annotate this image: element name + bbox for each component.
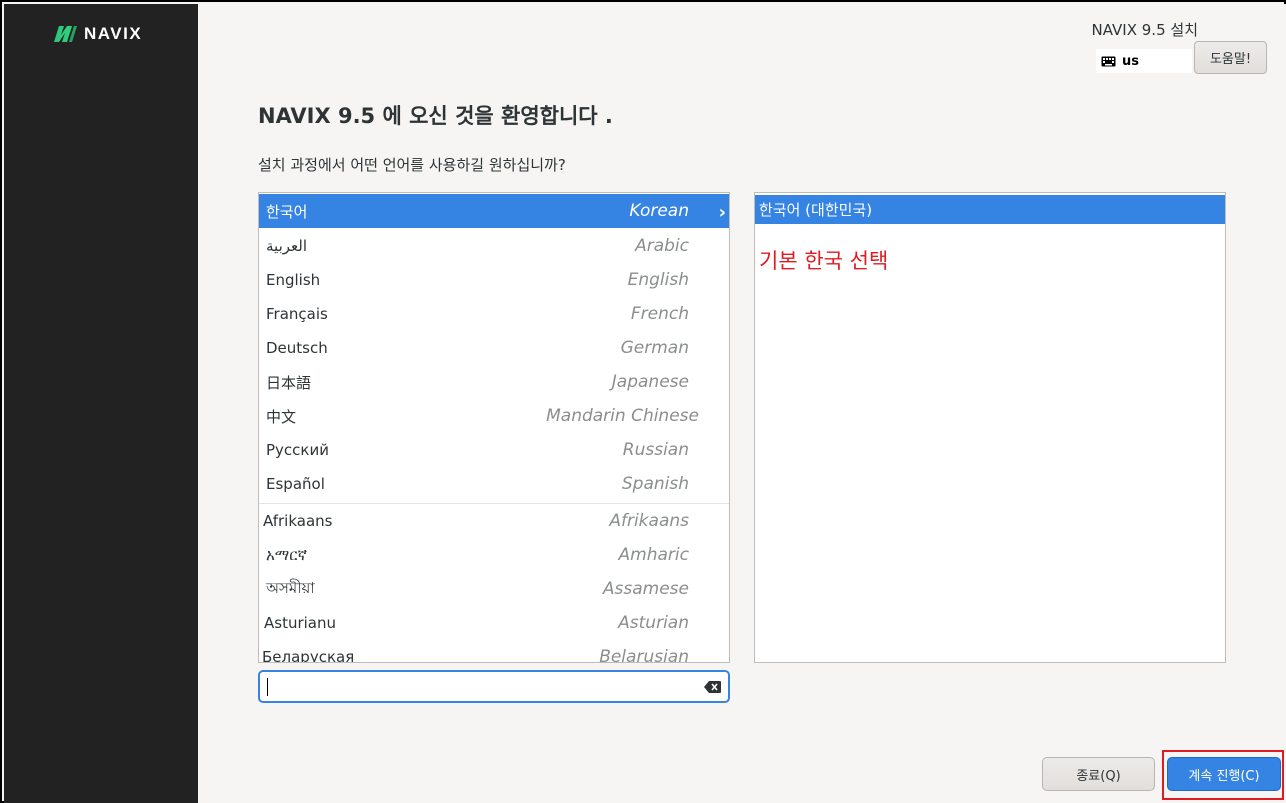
continue-button[interactable]: 계속 진행(C) xyxy=(1167,757,1281,791)
language-english-name: French xyxy=(630,304,689,324)
language-english-name: Arabic xyxy=(635,236,689,256)
annotation-text: 기본 한국 선택 xyxy=(759,249,889,273)
language-english-name: Mandarin Chinese xyxy=(546,406,699,426)
keyboard-icon xyxy=(1101,56,1116,66)
language-native-name: 日本語 xyxy=(266,373,312,392)
language-native-name: Asturianu xyxy=(264,614,337,632)
language-english-name: English xyxy=(627,270,689,290)
language-native-name: Deutsch xyxy=(266,339,328,357)
language-english-name: Asturian xyxy=(618,613,689,633)
chevron-right-icon: › xyxy=(718,202,726,223)
language-row[interactable]: English English xyxy=(259,263,729,297)
text-cursor xyxy=(267,678,268,696)
language-native-name: Español xyxy=(266,475,325,493)
language-row[interactable]: Asturianu Asturian xyxy=(259,606,729,640)
language-english-name: Japanese xyxy=(611,372,689,392)
language-row[interactable]: অসমীয়া Assamese xyxy=(259,572,729,606)
language-native-name: Русский xyxy=(266,441,329,459)
language-row[interactable]: Русский Russian xyxy=(259,433,729,467)
language-english-name: Korean xyxy=(629,201,689,221)
sidebar: NAVIX xyxy=(4,4,198,803)
help-button[interactable]: 도움말! xyxy=(1194,41,1267,74)
language-english-name: Assamese xyxy=(602,579,689,599)
language-row[interactable]: 中文 Mandarin Chinese xyxy=(259,399,729,433)
locale-row[interactable]: 한국어 (대한민국) xyxy=(755,195,1225,224)
backspace-clear-icon[interactable] xyxy=(704,681,721,693)
language-native-name: አማርኛ xyxy=(266,546,308,564)
language-english-name: Spanish xyxy=(621,474,689,494)
page-title: NAVIX 9.5 에 오신 것을 환영합니다 . xyxy=(258,104,613,128)
language-native-name: Беларуская xyxy=(262,648,355,663)
language-native-name: 中文 xyxy=(266,407,297,426)
quit-button[interactable]: 종료(Q) xyxy=(1042,757,1155,791)
main-panel: NAVIX 9.5 설치 us 도움말! NAVIX 9.5 에 오신 것을 환… xyxy=(198,4,1286,803)
language-native-name: অসমীয়া xyxy=(266,578,315,597)
keyboard-layout-label: us xyxy=(1122,53,1139,69)
language-row[interactable]: Français French xyxy=(259,297,729,331)
language-native-name: 한국어 xyxy=(266,202,308,221)
language-english-name: Russian xyxy=(622,440,689,460)
language-row[interactable]: 한국어 Korean › xyxy=(259,194,729,228)
brand-logo: NAVIX xyxy=(52,23,142,45)
language-english-name: Amharic xyxy=(618,545,689,565)
language-row[interactable]: Беларуская Belarusian xyxy=(259,640,729,663)
language-english-name: German xyxy=(620,338,689,358)
navix-logo-icon xyxy=(54,26,77,42)
language-native-name: Français xyxy=(266,305,328,323)
language-question: 설치 과정에서 어떤 언어를 사용하길 원하십니까? xyxy=(258,156,566,174)
brand-name: NAVIX xyxy=(84,24,143,43)
installer-window: NAVIX NAVIX 9.5 설치 us 도움말! NAVIX 9.5 에 오… xyxy=(0,0,1286,803)
language-row[interactable]: العربية Arabic xyxy=(259,229,729,263)
language-row[interactable]: Deutsch German xyxy=(259,331,729,365)
language-row[interactable]: Afrikaans Afrikaans xyxy=(259,504,729,538)
product-title: NAVIX 9.5 설치 xyxy=(1091,21,1198,39)
language-english-name: Afrikaans xyxy=(609,511,689,531)
language-native-name: العربية xyxy=(266,237,307,255)
language-list[interactable]: 한국어 Korean › العربية Arabic English Engl… xyxy=(258,192,730,663)
language-row[interactable]: አማርኛ Amharic xyxy=(259,538,729,572)
language-search-input[interactable] xyxy=(258,670,730,703)
language-native-name: Afrikaans xyxy=(263,512,333,530)
language-native-name: English xyxy=(266,271,321,289)
language-row[interactable]: Español Spanish xyxy=(259,467,729,501)
language-english-name: Belarusian xyxy=(599,647,689,663)
language-row[interactable]: 日本語 Japanese xyxy=(259,365,729,399)
keyboard-layout-indicator[interactable]: us xyxy=(1096,49,1192,73)
locale-list[interactable]: 한국어 (대한민국) 기본 한국 선택 xyxy=(754,192,1226,663)
